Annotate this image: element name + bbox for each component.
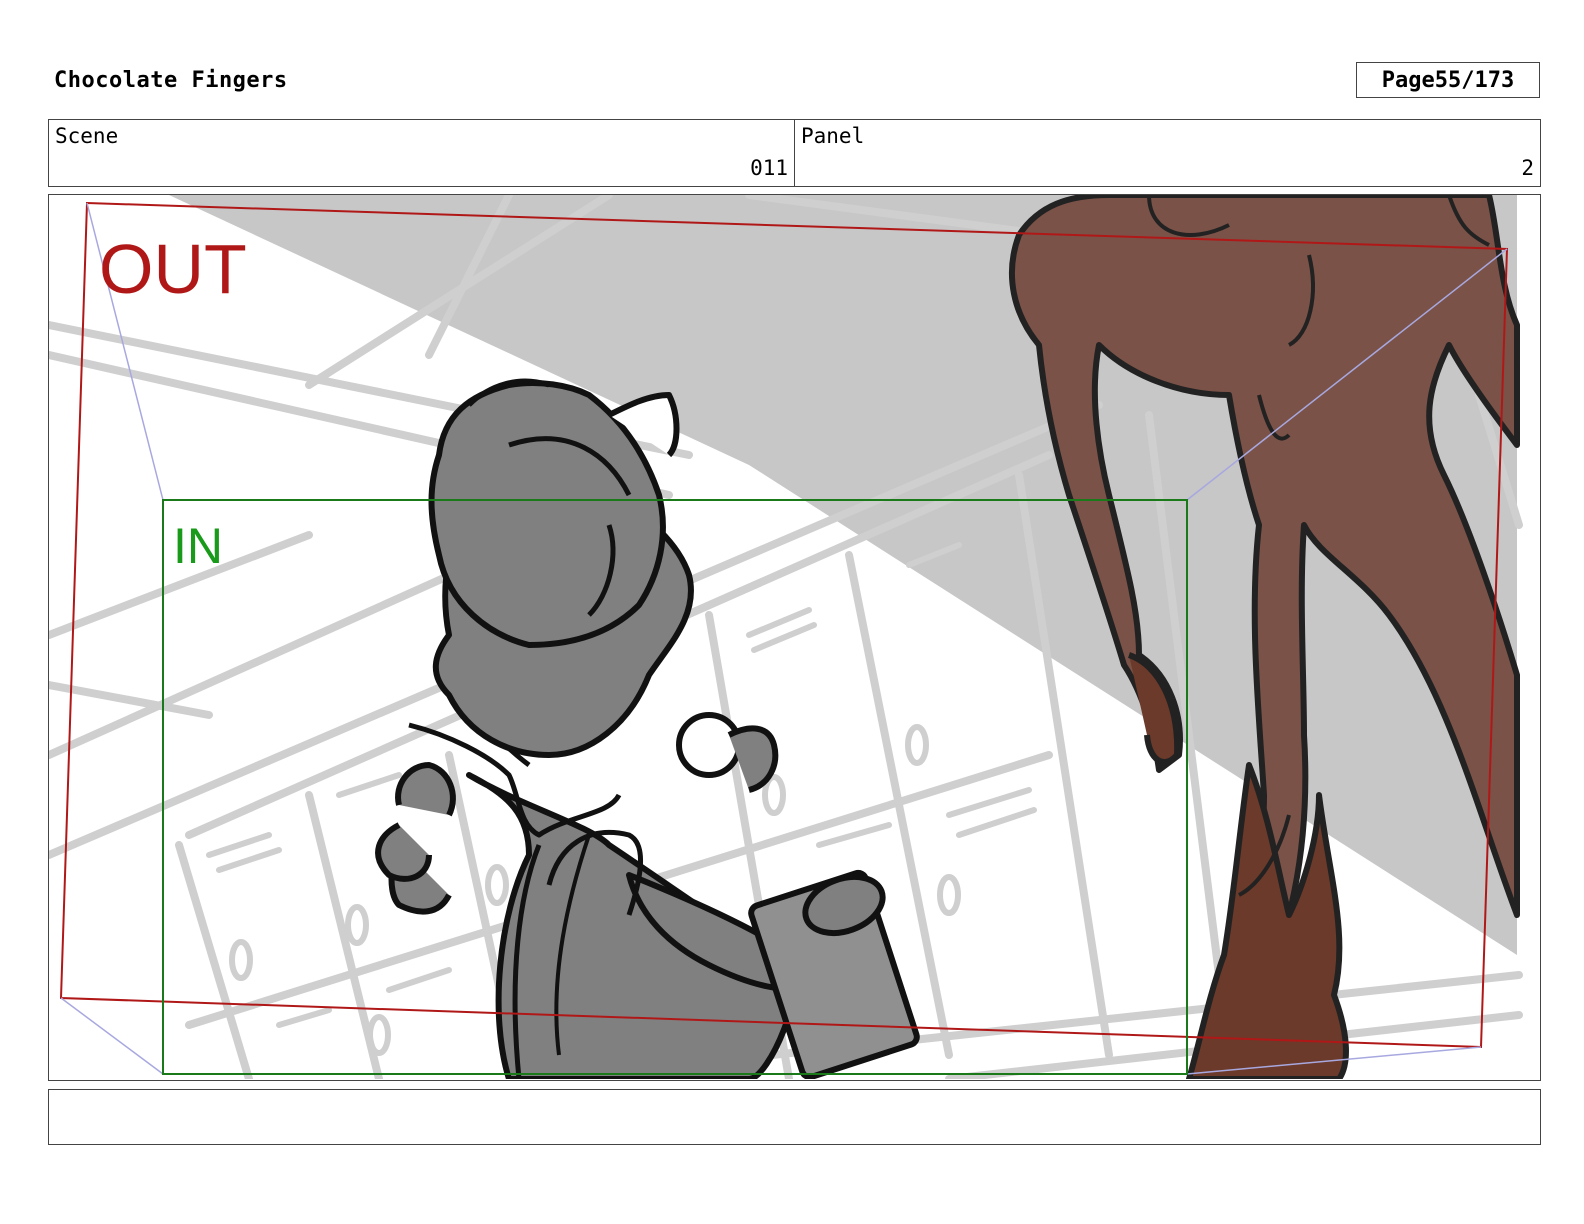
out-frame-label: OUT bbox=[99, 230, 247, 308]
storyboard-title: Chocolate Fingers bbox=[54, 68, 288, 93]
panel-drawing: OUT IN bbox=[49, 195, 1523, 1079]
scene-cell: Scene 011 bbox=[49, 120, 794, 186]
panel-cell: Panel 2 bbox=[794, 120, 1540, 186]
page-number: 55/173 bbox=[1434, 67, 1515, 93]
panel-label: Panel bbox=[801, 124, 865, 148]
scene-number: 011 bbox=[750, 156, 788, 180]
scene-label: Scene bbox=[55, 124, 119, 148]
panel-number: 2 bbox=[1521, 156, 1534, 180]
storyboard-panel-image: OUT IN bbox=[48, 194, 1541, 1081]
page-label: Page bbox=[1381, 67, 1435, 93]
panel-notes bbox=[48, 1089, 1541, 1145]
in-frame-label: IN bbox=[173, 518, 223, 574]
scene-panel-info: Scene 011 Panel 2 bbox=[48, 119, 1541, 187]
page-indicator: Page 55/173 bbox=[1356, 62, 1540, 98]
